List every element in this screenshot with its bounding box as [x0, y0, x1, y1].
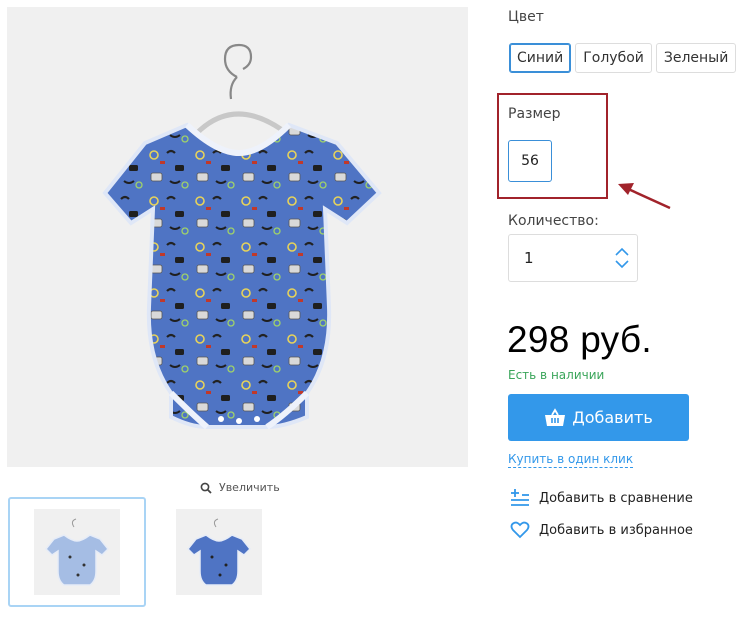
color-option-blue[interactable]: Синий [509, 43, 572, 73]
favorites-label: Добавить в избранное [539, 522, 693, 538]
basket-icon [545, 407, 566, 426]
product-price: 298 руб. [507, 319, 652, 360]
chevron-up-icon [615, 247, 629, 256]
color-option-green[interactable]: Зеленый [655, 43, 737, 73]
quantity-label: Количество: [508, 213, 599, 229]
thumbnail-image [176, 509, 262, 595]
quantity-arrows [607, 247, 637, 269]
zoom-link[interactable]: Увеличить [200, 481, 280, 494]
color-label: Цвет [508, 9, 544, 25]
add-to-cart-button[interactable]: Добавить [508, 394, 689, 441]
thumbnail-2[interactable] [150, 497, 288, 607]
add-to-cart-label: Добавить [572, 408, 653, 427]
color-option-light-blue[interactable]: Голубой [575, 43, 652, 73]
buy-one-click-link[interactable]: Купить в один клик [508, 452, 634, 468]
add-to-favorites-link[interactable]: Добавить в избранное [510, 520, 693, 540]
heart-icon [510, 521, 530, 539]
bodysuit-image [7, 7, 468, 467]
compare-icon [511, 489, 529, 506]
chevron-down-icon [615, 260, 629, 269]
thumbnail-1[interactable] [8, 497, 146, 607]
quantity-stepper[interactable]: 1 [508, 234, 638, 282]
thumbnail-image [34, 509, 120, 595]
decrement-button[interactable] [615, 260, 629, 269]
add-to-compare-link[interactable]: Добавить в сравнение [510, 488, 693, 508]
search-icon [200, 482, 212, 494]
increment-button[interactable] [615, 247, 629, 256]
quantity-value[interactable]: 1 [524, 249, 607, 267]
main-product-photo[interactable] [7, 7, 468, 467]
stock-status: Есть в наличии [508, 368, 605, 382]
size-label: Размер [508, 106, 561, 122]
color-options: Синий Голубой Зеленый [509, 43, 737, 73]
zoom-label: Увеличить [219, 481, 280, 494]
annotation-arrow-icon [618, 183, 671, 210]
size-option-56[interactable]: 56 [508, 140, 552, 182]
compare-label: Добавить в сравнение [539, 490, 693, 506]
